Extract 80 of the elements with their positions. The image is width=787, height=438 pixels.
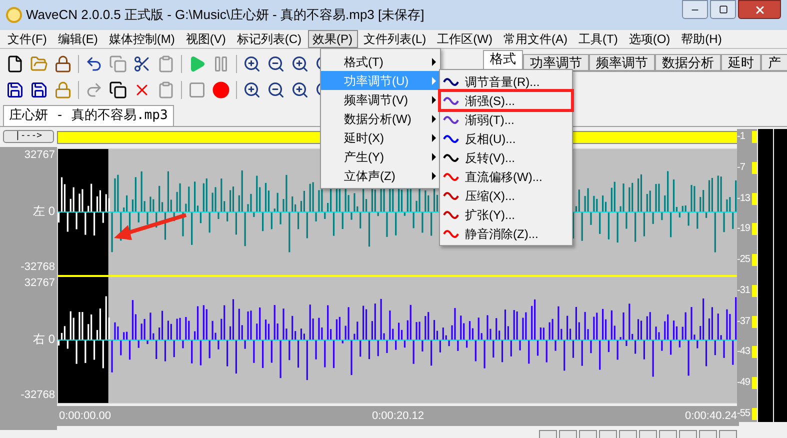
new-file-icon[interactable] [6, 55, 24, 73]
page-tab[interactable] [579, 430, 597, 438]
menu-item[interactable]: 文件(F) [2, 30, 52, 48]
axis-label: -32768 [20, 388, 55, 402]
window-title: WaveCN 2.0.0.5 正式版 - G:\Music\庄心妍 - 真的不容易.mp3 [未保存] [26, 6, 424, 24]
time-label: 0:00:40.24 [685, 408, 737, 424]
page-tab[interactable] [539, 430, 557, 438]
menu-item[interactable]: 常用文件(A) [498, 30, 572, 48]
menu-item[interactable]: 标记列表(C) [232, 30, 306, 48]
menu-entry[interactable]: 反转(V)... [440, 148, 572, 167]
document-tab[interactable]: 庄心妍 - 真的不容易.mp3 [3, 105, 174, 126]
effect-tab[interactable]: 延时 [721, 54, 761, 71]
menu-item[interactable]: 选项(O) [624, 30, 676, 48]
page-tab[interactable] [699, 430, 717, 438]
menu-entry[interactable]: 直流偏移(W)... [440, 167, 572, 186]
zoom-in-icon[interactable] [291, 81, 309, 99]
menu-entry[interactable]: 压缩(X)... [440, 186, 572, 205]
effect-tab[interactable]: 功率调节 [523, 54, 589, 71]
channel-label: 左 0 [32, 203, 55, 220]
time-label: 0:00:20.12 [372, 408, 424, 424]
menu-entry[interactable]: 反相(U)... [440, 129, 572, 148]
redo-icon[interactable] [85, 81, 103, 99]
lock-icon[interactable] [54, 55, 72, 73]
maximize-button[interactable] [710, 0, 736, 19]
page-tab[interactable] [599, 430, 617, 438]
menu-entry[interactable]: 渐弱(T)... [440, 110, 572, 129]
page-tab[interactable] [679, 430, 697, 438]
undo-icon[interactable] [85, 55, 103, 73]
menu-entry[interactable]: 频率调节(V) [321, 90, 440, 109]
effect-tab[interactable]: 产 [761, 54, 787, 71]
close-icon [754, 4, 766, 16]
zoom-in-icon[interactable] [243, 55, 261, 73]
page-tab[interactable] [719, 430, 737, 438]
submenu-arrow-icon [432, 58, 436, 66]
page-tab[interactable] [559, 430, 577, 438]
menu-item[interactable]: 工具(T) [574, 30, 623, 48]
pause-icon[interactable] [212, 55, 230, 73]
page-tab[interactable] [639, 430, 657, 438]
zoom-in-icon[interactable] [243, 81, 261, 99]
axis-label: 32767 [23, 276, 55, 291]
zoom-out-icon[interactable] [267, 55, 285, 73]
menu-entry[interactable]: 格式(T) [321, 52, 440, 71]
page-tab[interactable] [659, 430, 677, 438]
effect-tab[interactable]: 数据分析 [655, 54, 721, 71]
paste-icon[interactable] [157, 55, 175, 73]
effect-tab[interactable]: 频率调节 [589, 54, 655, 71]
save-icon[interactable] [30, 81, 48, 99]
app-logo-icon [6, 7, 22, 23]
menu-item[interactable]: 文件列表(L) [358, 30, 432, 48]
zoom-in-icon[interactable] [291, 55, 309, 73]
menu-entry[interactable]: 调节音量(R)... [440, 72, 572, 91]
menu-item[interactable]: 工作区(W) [432, 30, 498, 48]
effect-tab[interactable]: 格式 [483, 50, 523, 71]
save-icon[interactable] [6, 81, 24, 99]
lock-icon[interactable] [54, 81, 72, 99]
channel-label: 右 0 [32, 331, 55, 348]
menu-item[interactable]: 视图(V) [180, 30, 231, 48]
axis-label: -32768 [20, 260, 55, 274]
zoom-out-icon[interactable] [267, 81, 285, 99]
copy-icon[interactable] [109, 81, 127, 99]
menu-entry[interactable]: 渐强(S)... [440, 91, 572, 110]
open-folder-icon[interactable] [30, 55, 48, 73]
menu-item[interactable]: 效果(P) [308, 30, 358, 48]
jump-button[interactable]: |---> [3, 130, 54, 143]
play-icon[interactable] [188, 55, 206, 73]
submenu-arrow-icon [432, 96, 436, 104]
cut-icon[interactable] [133, 55, 151, 73]
maximize-icon [718, 5, 728, 14]
time-label: 0:00:00.00 [59, 408, 111, 424]
stop-icon[interactable] [188, 81, 206, 99]
record-icon[interactable] [212, 81, 230, 99]
axis-label: 32767 [23, 148, 55, 163]
close-button[interactable] [738, 0, 781, 19]
menu-entry[interactable]: 扩张(Y)... [440, 205, 572, 224]
page-tab[interactable] [619, 430, 637, 438]
paste-icon[interactable] [157, 81, 175, 99]
menu-item[interactable]: 媒体控制(M) [104, 30, 180, 48]
menu-item[interactable]: 帮助(H) [676, 30, 727, 48]
menu-entry[interactable]: 静音消除(Z)... [440, 224, 572, 243]
menu-item[interactable]: 编辑(E) [52, 30, 103, 48]
